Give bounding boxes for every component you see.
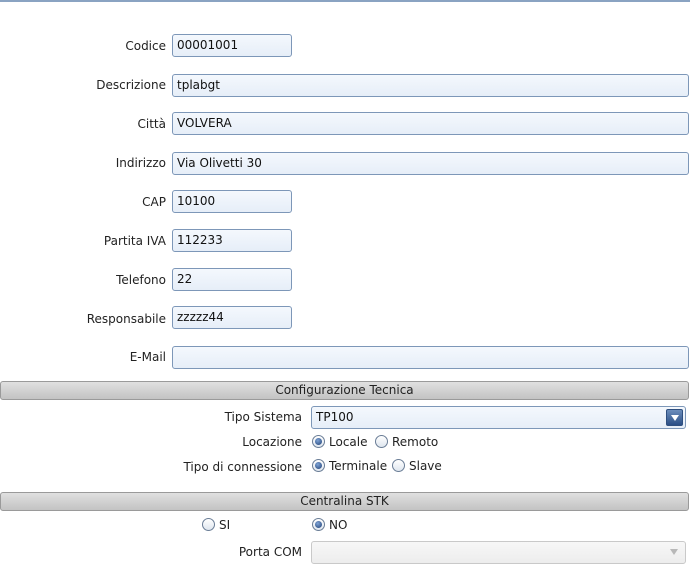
radio-remoto-label: Remoto (392, 435, 439, 449)
tipo-sistema-value: TP100 (316, 410, 354, 424)
email-input[interactable] (172, 346, 689, 369)
cap-input[interactable]: 10100 (172, 190, 292, 213)
radio-locale[interactable]: Locale (312, 434, 372, 450)
radio-remoto[interactable]: Remoto (375, 434, 440, 450)
radio-no[interactable]: NO (312, 517, 352, 533)
radio-checked-icon (312, 459, 325, 472)
section-configurazione-tecnica: Configurazione Tecnica (0, 381, 689, 400)
radio-unchecked-icon (202, 518, 215, 531)
responsabile-label: Responsabile (86, 312, 166, 326)
radio-locale-label: Locale (329, 435, 368, 449)
radio-terminale[interactable]: Terminale (312, 458, 387, 474)
radio-unchecked-icon (392, 459, 405, 472)
radio-checked-icon (312, 435, 325, 448)
responsabile-input[interactable]: zzzzz44 (172, 306, 292, 329)
tipo-sistema-select[interactable]: TP100 (311, 406, 686, 429)
chevron-down-icon[interactable] (666, 544, 683, 561)
telefono-label: Telefono (116, 273, 166, 287)
partita-iva-input[interactable]: 112233 (172, 229, 292, 252)
chevron-down-icon[interactable] (666, 409, 683, 426)
cap-label: CAP (142, 195, 166, 209)
radio-si-label: SI (219, 518, 231, 532)
citta-label: Città (137, 117, 166, 131)
citta-input[interactable]: VOLVERA (172, 112, 689, 135)
tipo-connessione-label: Tipo di connessione (183, 460, 302, 474)
codice-input[interactable]: 00001001 (172, 34, 292, 57)
locazione-label: Locazione (242, 435, 302, 449)
codice-label: Codice (125, 39, 166, 53)
radio-slave[interactable]: Slave (392, 458, 442, 474)
indirizzo-input[interactable]: Via Olivetti 30 (172, 152, 689, 175)
radio-no-label: NO (329, 518, 348, 532)
porta-com-select[interactable] (311, 541, 686, 564)
porta-com-label: Porta COM (238, 545, 302, 559)
section-centralina-stk: Centralina STK (0, 492, 689, 511)
radio-slave-label: Slave (409, 459, 442, 473)
radio-checked-icon (312, 518, 325, 531)
telefono-input[interactable]: 22 (172, 268, 292, 291)
radio-terminale-label: Terminale (329, 459, 388, 473)
partita-iva-label: Partita IVA (103, 234, 166, 248)
window-top-border (0, 0, 690, 2)
descrizione-label: Descrizione (96, 78, 166, 92)
tipo-sistema-label: Tipo Sistema (224, 410, 302, 424)
indirizzo-label: Indirizzo (115, 156, 166, 170)
descrizione-input[interactable]: tplabgt (172, 74, 689, 97)
radio-unchecked-icon (375, 435, 388, 448)
radio-si[interactable]: SI (202, 517, 237, 533)
email-label: E-Mail (129, 350, 166, 364)
